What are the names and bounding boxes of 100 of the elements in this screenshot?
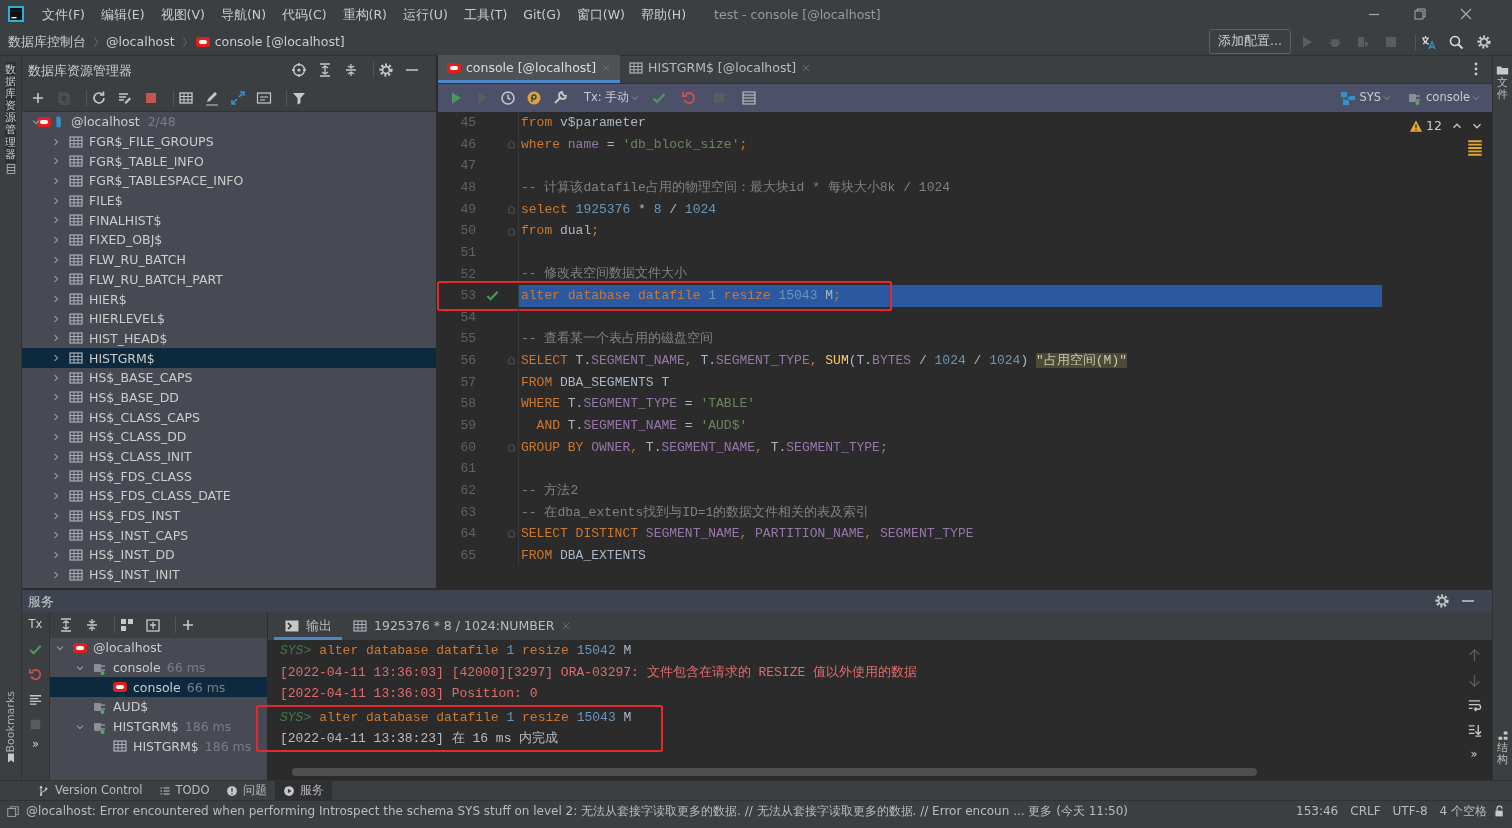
session-dropdown[interactable]: console — [1426, 91, 1470, 105]
transaction-button[interactable]: Tx — [28, 618, 43, 632]
transaction-dropdown[interactable]: Tx: 手动 — [584, 91, 630, 105]
settings-icon[interactable] — [1434, 593, 1450, 609]
results-icon[interactable] — [741, 90, 758, 106]
commit-icon[interactable] — [651, 90, 668, 106]
menu-item[interactable]: 文件(F) — [34, 6, 93, 22]
tree-item-label[interactable]: FIXED_OBJ$ — [89, 232, 163, 248]
more-button[interactable]: » — [1470, 748, 1478, 762]
tree-item-label[interactable]: HS$_FDS_INST — [89, 508, 181, 524]
tree-item-label[interactable]: FGR$_TABLE_INFO — [89, 153, 204, 169]
restore-icon[interactable] — [1412, 6, 1428, 22]
settings-icon[interactable] — [378, 62, 394, 78]
close-icon[interactable] — [1458, 6, 1474, 22]
tree-row[interactable]: FGR$_TABLESPACE_INFO — [22, 171, 436, 191]
profile-icon[interactable] — [526, 90, 542, 106]
side-tab[interactable]: 文件 — [1497, 77, 1508, 102]
tree-row[interactable]: HS$_INST_DD — [22, 545, 436, 565]
collapse-all-icon[interactable] — [343, 62, 359, 78]
tree-item-label[interactable]: HS$_INST_CAPS — [89, 527, 189, 543]
tree-row[interactable]: HS$_BASE_DD — [22, 387, 436, 408]
tree-row[interactable]: FGR$_TABLE_INFO — [22, 151, 436, 172]
tree-item-label[interactable]: FGR$_FILE_GROUPS — [89, 134, 214, 150]
tab-label[interactable]: 服务 — [299, 783, 324, 798]
settings-icon[interactable] — [1476, 33, 1492, 50]
schema-dropdown[interactable]: SYS — [1359, 91, 1382, 105]
expand-all-icon[interactable] — [58, 617, 74, 633]
tab-label[interactable]: HISTGRM$ [@localhost] — [648, 60, 797, 75]
tree-item-label[interactable]: HS$_CLASS_CAPS — [89, 409, 200, 425]
fold-icon[interactable] — [506, 441, 517, 453]
tree-item-label[interactable]: @localhost — [93, 640, 162, 656]
tree-item-label[interactable]: HS$_FDS_CLASS_DATE — [89, 488, 231, 504]
locate-icon[interactable] — [291, 62, 307, 78]
add-configuration-button[interactable]: 添加配置... — [1209, 29, 1291, 54]
menu-item[interactable]: 重构(R) — [334, 6, 395, 22]
tree-row[interactable]: console 66 ms — [50, 677, 267, 698]
tree-row[interactable]: HIER$ — [22, 289, 436, 309]
tab-label[interactable]: 输出 — [306, 618, 332, 633]
tree-item-label[interactable]: HISTGRM$ — [133, 738, 199, 754]
side-tab[interactable]: Bookmarks — [3, 690, 18, 752]
tree-item-label[interactable]: HS$_INST_DD — [89, 547, 175, 563]
tree-row[interactable]: HS$_CLASS_INIT — [22, 446, 436, 467]
expand-all-icon[interactable] — [317, 62, 333, 78]
tree-row[interactable]: HIERLEVEL$ — [22, 308, 436, 329]
tree-row[interactable]: HIST_HEAD$ — [22, 328, 436, 349]
side-tab[interactable]: 结构 — [1497, 741, 1508, 766]
fold-icon[interactable] — [506, 138, 517, 150]
structure-icon[interactable] — [1496, 729, 1509, 742]
menu-item[interactable]: 编辑(E) — [92, 6, 153, 22]
file-encoding[interactable]: UTF-8 — [1386, 804, 1434, 819]
tab-label[interactable]: Version Control — [55, 783, 143, 798]
translate-icon[interactable] — [1420, 33, 1436, 50]
tree-row[interactable]: AUD$ — [50, 697, 267, 717]
breadcrumb-item[interactable]: 数据库控制台 — [8, 34, 86, 49]
lock-icon[interactable] — [1493, 805, 1506, 818]
group-icon[interactable] — [119, 617, 135, 633]
line-separator[interactable]: CRLF — [1344, 804, 1387, 819]
tree-row[interactable]: FINALHIST$ — [22, 210, 436, 231]
status-message[interactable]: @localhost: Error encountered when performing Introspect the schema SYS stuff on level 2: 无法从套接字读取更多的数据. // 无法从套接字读取更多的数据. // Error encoun ... 更多 (今天 11:50) — [26, 804, 1271, 819]
folder-icon[interactable] — [1496, 64, 1509, 77]
tree-item-label[interactable]: console — [113, 660, 161, 676]
tree-item-label[interactable]: HS$_CLASS_DD — [89, 429, 187, 445]
menu-item[interactable]: Git(G) — [515, 6, 569, 22]
collapse-all-icon[interactable] — [84, 617, 100, 633]
fold-icon[interactable] — [506, 355, 517, 367]
tool-window-tab[interactable]: 服务 — [274, 780, 332, 801]
edit-icon[interactable] — [204, 89, 220, 106]
tree-row[interactable]: HS$_FDS_CLASS — [22, 466, 436, 487]
tree-row[interactable]: FGR$_FILE_GROUPS — [22, 131, 436, 152]
tree-item-label[interactable]: HS$_BASE_DD — [89, 389, 179, 405]
menu-item[interactable]: 窗口(W) — [568, 6, 633, 22]
refresh-icon[interactable] — [91, 89, 107, 106]
tree-item-label[interactable]: @localhost — [71, 114, 140, 130]
settings-icon[interactable] — [552, 90, 568, 106]
tool-window-tab[interactable]: Version Control — [30, 780, 151, 801]
tree-row[interactable]: HS$_CLASS_CAPS — [22, 407, 436, 427]
fold-icon[interactable] — [506, 203, 517, 215]
tab-label[interactable]: 问题 — [242, 783, 267, 798]
tree-row[interactable]: HISTGRM$ — [22, 348, 436, 368]
tree-item-label[interactable]: HISTGRM$ — [89, 350, 155, 366]
add-icon[interactable] — [180, 617, 196, 633]
tab-label[interactable]: console [@localhost] — [466, 60, 597, 75]
tree-item-label[interactable]: AUD$ — [113, 699, 149, 715]
rollback-icon[interactable] — [28, 666, 43, 682]
menu-item[interactable]: 导航(N) — [212, 6, 275, 22]
side-tab[interactable]: 数据库资源管理器 — [5, 62, 16, 163]
menu-item[interactable]: 视图(V) — [152, 6, 213, 22]
tree-item-label[interactable]: HISTGRM$ — [113, 719, 179, 735]
menu-item[interactable]: 运行(U) — [394, 6, 456, 22]
console-icon[interactable] — [256, 89, 272, 106]
tree-item-label[interactable]: console — [133, 679, 181, 695]
wrap-icon[interactable] — [1466, 698, 1482, 713]
tree-row[interactable]: FILE$ — [22, 190, 436, 211]
breadcrumb-item[interactable]: @localhost — [106, 34, 175, 49]
more-button[interactable]: » — [31, 737, 39, 752]
tree-row[interactable]: HS$_CLASS_DD — [22, 427, 436, 447]
tool-window-tab[interactable]: 问题 — [217, 780, 275, 801]
menu-item[interactable]: 代码(C) — [274, 6, 335, 22]
tree-item-label[interactable]: FGR$_TABLESPACE_INFO — [89, 173, 244, 189]
tree-item-label[interactable]: FLW_RU_BATCH_PART — [89, 271, 223, 287]
